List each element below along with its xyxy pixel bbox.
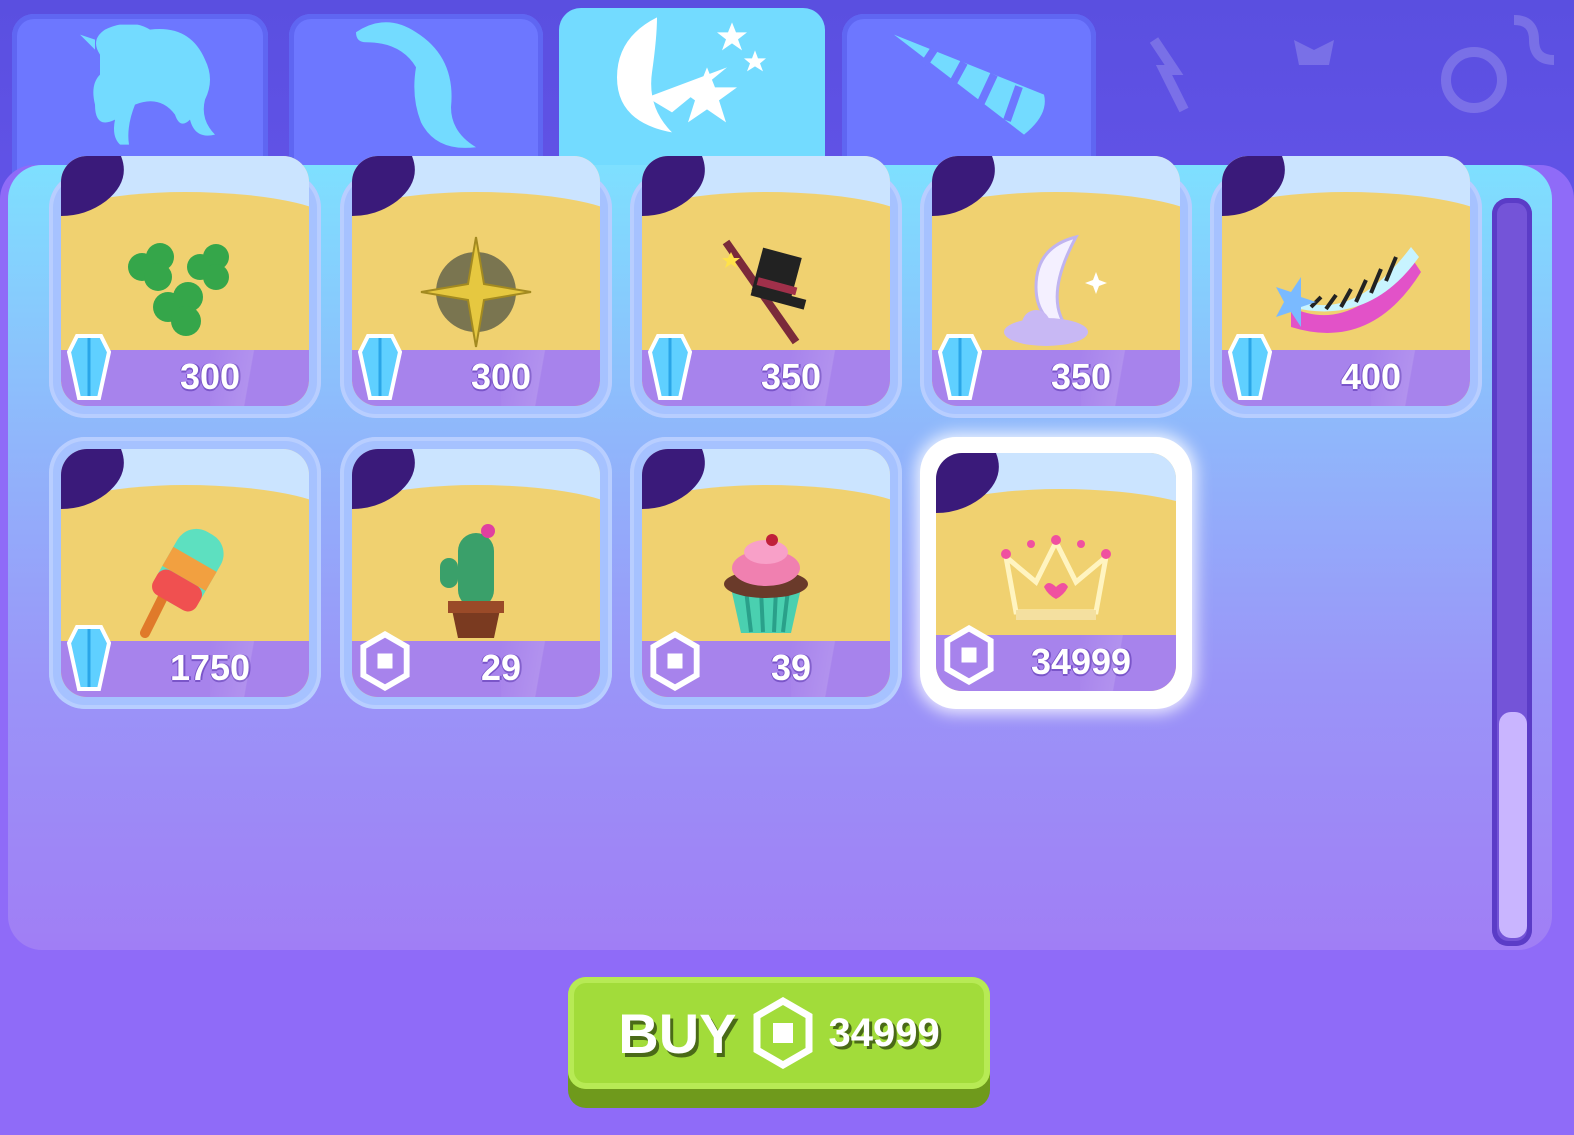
- price-bar: 29: [352, 630, 600, 697]
- tail-icon: [356, 22, 476, 148]
- cactus-icon: [436, 523, 516, 647]
- robux-icon: [753, 997, 812, 1069]
- clover-icon: [120, 237, 250, 351]
- horn-icon: [894, 34, 1045, 135]
- item-preview: 350: [642, 156, 890, 406]
- pony-mane: [936, 453, 999, 513]
- item-card-moon-cloud[interactable]: 350: [920, 156, 1192, 418]
- price-bar: 350: [642, 334, 890, 406]
- moon-cloud-icon: [996, 232, 1116, 356]
- price-bar: 39: [642, 630, 890, 697]
- popsicle-icon: [135, 523, 235, 647]
- pony-mane: [61, 156, 124, 216]
- price-bar: 400: [1222, 334, 1470, 406]
- item-price: 400: [1340, 356, 1402, 397]
- buy-button[interactable]: BUY 34999: [568, 977, 990, 1089]
- price-bar: 350: [932, 334, 1180, 406]
- pony-mane: [1222, 156, 1285, 216]
- item-card-clovers[interactable]: 300: [49, 156, 321, 418]
- item-preview: 300: [61, 156, 309, 406]
- price-bar: 34999: [936, 624, 1176, 691]
- item-price: 300: [179, 356, 241, 397]
- item-preview: 400: [1222, 156, 1470, 406]
- item-price: 39: [770, 647, 812, 688]
- item-preview: 39: [642, 449, 890, 697]
- top-hat-wand-icon: [711, 232, 821, 356]
- gem-icon: [937, 332, 983, 404]
- buy-label: BUY: [618, 1001, 737, 1065]
- gem-icon: [66, 332, 112, 404]
- item-card-cupcake[interactable]: 39: [630, 437, 902, 709]
- item-card-crown[interactable]: 34999: [920, 437, 1192, 709]
- price-bar: 1750: [61, 625, 309, 697]
- pony-mane: [932, 156, 995, 216]
- pony-mane: [642, 449, 705, 509]
- item-preview: 350: [932, 156, 1180, 406]
- moon-stars-icon: [617, 17, 766, 133]
- gem-icon: [357, 332, 403, 404]
- gem-icon: [66, 623, 112, 695]
- item-price: 350: [1050, 356, 1112, 397]
- buy-price: 34999: [828, 1010, 940, 1055]
- item-card-compass[interactable]: 300: [340, 156, 612, 418]
- item-price: 350: [760, 356, 822, 397]
- gem-icon: [647, 332, 693, 404]
- item-card-piano[interactable]: 400: [1210, 156, 1482, 418]
- item-preview: 29: [352, 449, 600, 697]
- item-price: 300: [470, 356, 532, 397]
- item-price: 1750: [169, 647, 251, 688]
- cupcake-icon: [716, 528, 816, 642]
- price-bar: 300: [61, 334, 309, 406]
- item-preview: 1750: [61, 449, 309, 697]
- item-card-ice-pop[interactable]: 1750: [49, 437, 321, 709]
- tab-cutie-mark[interactable]: [559, 8, 825, 178]
- item-card-cactus[interactable]: 29: [340, 437, 612, 709]
- background-pattern: [1149, 15, 1555, 113]
- scrollbar-thumb[interactable]: [1499, 712, 1527, 938]
- pony-mane: [61, 449, 124, 509]
- compass-star-icon: [416, 232, 536, 356]
- pony-mane: [642, 156, 705, 216]
- pony-mane: [352, 156, 415, 216]
- mane-icon: [80, 24, 215, 145]
- item-preview: 34999: [936, 453, 1176, 691]
- item-card-magic-hat[interactable]: 350: [630, 156, 902, 418]
- crown-icon: [1001, 532, 1111, 636]
- piano-keys-icon: [1271, 246, 1421, 341]
- item-preview: 300: [352, 156, 600, 406]
- item-price: 34999: [1030, 641, 1132, 682]
- pony-mane: [352, 449, 415, 509]
- price-bar: 300: [352, 334, 600, 406]
- item-price: 29: [480, 647, 522, 688]
- gem-icon: [1227, 332, 1273, 404]
